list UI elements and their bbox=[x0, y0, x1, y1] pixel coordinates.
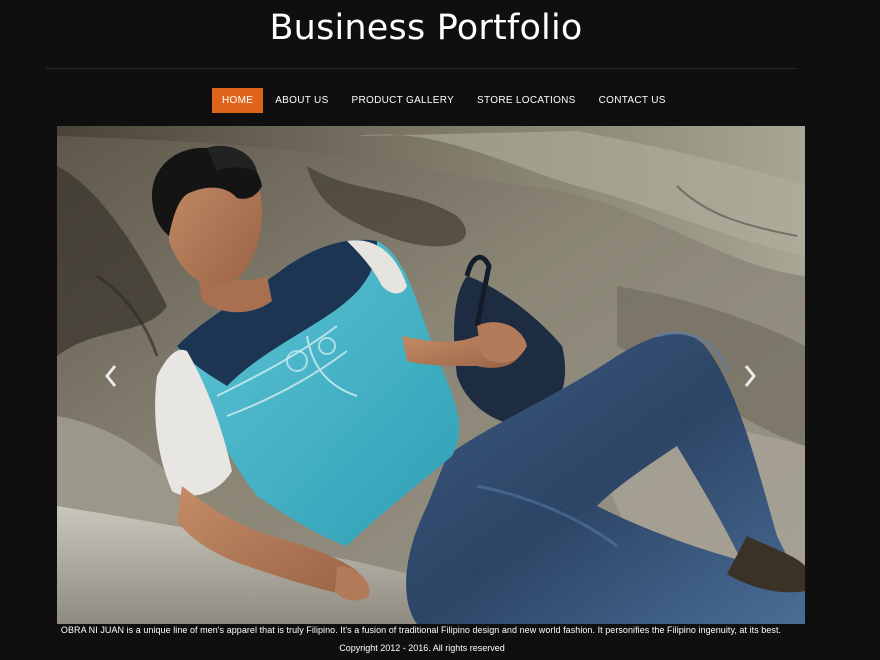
copyright-text: Copyright 2012 - 2016. All rights reserv… bbox=[339, 643, 505, 653]
nav-item-store-locations[interactable]: STORE LOCATIONS bbox=[466, 88, 587, 113]
chevron-left-icon[interactable] bbox=[101, 362, 121, 390]
chevron-right-icon[interactable] bbox=[740, 362, 760, 390]
nav-item-home[interactable]: HOME bbox=[212, 88, 264, 113]
main-nav: HOME ABOUT US PRODUCT GALLERY STORE LOCA… bbox=[212, 88, 677, 113]
page: Business Portfolio HOME ABOUT US PRODUCT… bbox=[0, 0, 880, 660]
site-title: Business Portfolio bbox=[269, 8, 583, 48]
hero-slide-image bbox=[57, 126, 805, 624]
hero-slider[interactable] bbox=[57, 126, 805, 624]
nav-item-product-gallery[interactable]: PRODUCT GALLERY bbox=[341, 88, 466, 113]
nav-item-contact-us[interactable]: CONTACT US bbox=[588, 88, 677, 113]
header-divider bbox=[46, 68, 796, 69]
brand-tagline: OBRA NI JUAN is a unique line of men's a… bbox=[60, 625, 782, 635]
nav-item-about-us[interactable]: ABOUT US bbox=[264, 88, 339, 113]
